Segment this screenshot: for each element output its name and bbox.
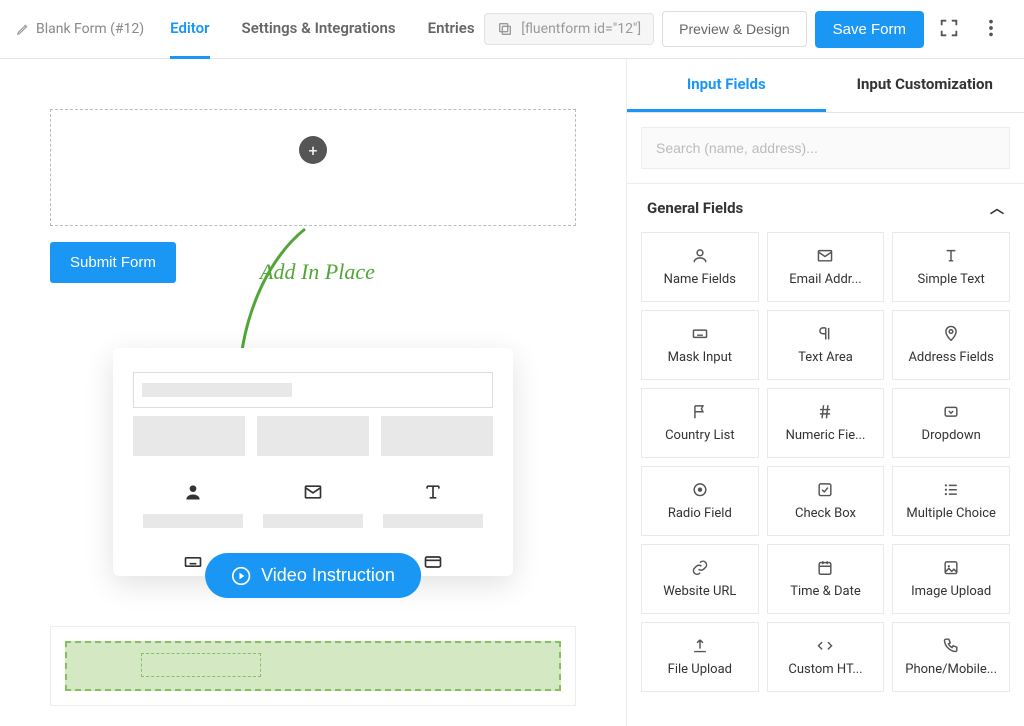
- pencil-icon: [16, 22, 30, 36]
- card-icon: [423, 552, 443, 572]
- text-icon: [942, 247, 960, 264]
- link-icon: [691, 559, 709, 576]
- drag-target[interactable]: [50, 626, 576, 706]
- field-radio-field[interactable]: Radio Field: [641, 466, 759, 536]
- save-form-button[interactable]: Save Form: [815, 11, 924, 48]
- topbar: Blank Form (#12) Editor Settings & Integ…: [0, 0, 1024, 59]
- radio-icon: [691, 481, 709, 498]
- field-check-box[interactable]: Check Box: [767, 466, 885, 536]
- field-phone-mobile-[interactable]: Phone/Mobile...: [892, 622, 1010, 692]
- phone-icon: [942, 637, 960, 654]
- field-numeric-fie-[interactable]: Numeric Fie...: [767, 388, 885, 458]
- form-title[interactable]: Blank Form (#12): [16, 21, 144, 37]
- text-icon: [423, 482, 443, 502]
- field-image-upload[interactable]: Image Upload: [892, 544, 1010, 614]
- expand-icon: [938, 17, 960, 39]
- sidetab-input-fields[interactable]: Input Fields: [627, 59, 826, 112]
- field-address-fields[interactable]: Address Fields: [892, 310, 1010, 380]
- pin-icon: [942, 325, 960, 342]
- shortcode-box[interactable]: [fluentform id="12"]: [484, 13, 654, 45]
- chevron-up-icon: ︿: [990, 198, 1004, 218]
- play-icon: [231, 566, 251, 586]
- preview-input: [133, 372, 493, 408]
- header-tabs: Editor Settings & Integrations Entries: [170, 0, 476, 59]
- field-simple-text[interactable]: Simple Text: [892, 232, 1010, 302]
- section-general-fields[interactable]: General Fields ︿: [627, 183, 1024, 232]
- form-canvas: + Submit Form Add In Place Vid: [0, 59, 626, 726]
- copy-icon: [497, 21, 513, 37]
- keyboard-icon: [691, 325, 709, 342]
- field-website-url[interactable]: Website URL: [641, 544, 759, 614]
- tab-editor[interactable]: Editor: [170, 0, 209, 59]
- submit-button[interactable]: Submit Form: [50, 242, 176, 283]
- more-menu-button[interactable]: [974, 11, 1008, 48]
- para-icon: [816, 325, 834, 342]
- upload-icon: [691, 637, 709, 654]
- search-input[interactable]: [641, 127, 1010, 169]
- code-icon: [816, 637, 834, 654]
- field-dropdown[interactable]: Dropdown: [892, 388, 1010, 458]
- tab-entries[interactable]: Entries: [428, 0, 475, 59]
- cal-icon: [816, 559, 834, 576]
- field-file-upload[interactable]: File Upload: [641, 622, 759, 692]
- dots-icon: [980, 17, 1002, 39]
- sidetab-input-customization[interactable]: Input Customization: [826, 59, 1024, 112]
- field-grid: Name FieldsEmail Addr...Simple Text Mask …: [627, 232, 1024, 706]
- user-icon: [691, 247, 709, 264]
- check-icon: [816, 481, 834, 498]
- sidebar: Input Fields Input Customization General…: [626, 59, 1024, 726]
- fullscreen-button[interactable]: [932, 11, 966, 48]
- field-name-fields[interactable]: Name Fields: [641, 232, 759, 302]
- preview-design-button[interactable]: Preview & Design: [662, 11, 807, 47]
- field-time-date[interactable]: Time & Date: [767, 544, 885, 614]
- video-instruction-button[interactable]: Video Instruction: [205, 553, 421, 598]
- mail-icon: [816, 247, 834, 264]
- field-country-list[interactable]: Country List: [641, 388, 759, 458]
- list-icon: [942, 481, 960, 498]
- field-mask-input[interactable]: Mask Input: [641, 310, 759, 380]
- keyboard-icon: [183, 552, 203, 572]
- tab-settings[interactable]: Settings & Integrations: [242, 0, 396, 59]
- mail-icon: [303, 482, 323, 502]
- flag-icon: [691, 403, 709, 420]
- img-icon: [942, 559, 960, 576]
- preview-card: Video Instruction: [113, 348, 513, 576]
- user-icon: [183, 482, 203, 502]
- hash-icon: [816, 403, 834, 420]
- caret-icon: [942, 403, 960, 420]
- field-email-addr-[interactable]: Email Addr...: [767, 232, 885, 302]
- field-multiple-choice[interactable]: Multiple Choice: [892, 466, 1010, 536]
- field-custom-ht-[interactable]: Custom HT...: [767, 622, 885, 692]
- field-text-area[interactable]: Text Area: [767, 310, 885, 380]
